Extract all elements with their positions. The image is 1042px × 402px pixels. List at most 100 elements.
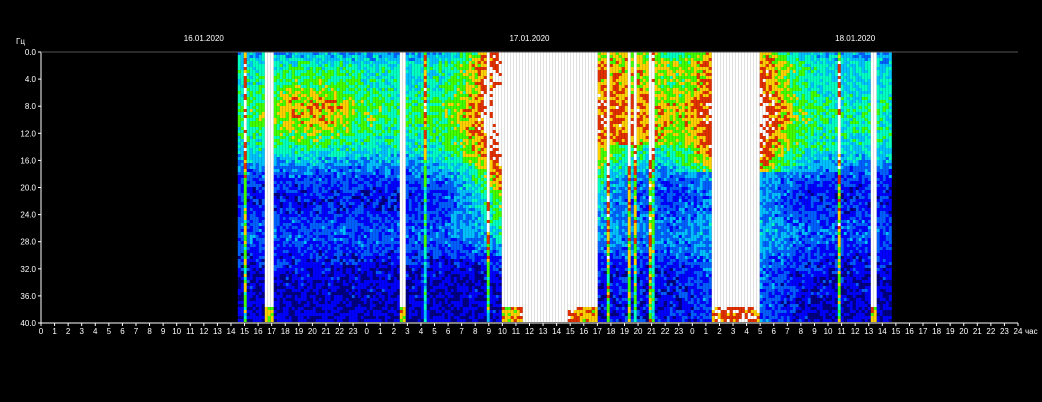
heatmap-cell [636,118,640,127]
heatmap-cell [417,268,421,280]
heatmap-cell [423,61,427,64]
heatmap-cell [261,76,265,79]
heatmap-cell [387,121,391,127]
heatmap-cell [240,178,244,184]
heatmap-cell [390,313,394,322]
heatmap-cell [471,187,475,190]
heatmap-cell [378,202,382,211]
heatmap-cell [618,154,622,157]
heatmap-cell [492,310,496,313]
heatmap-cell [240,307,244,316]
heatmap-cell [282,190,286,193]
heatmap-cell [633,307,637,310]
heatmap-cell [333,172,337,178]
heatmap-cell [294,280,298,289]
heatmap-cell [576,52,580,307]
heatmap-cell [513,307,517,310]
heatmap-cell [378,211,382,217]
heatmap-cell [627,301,631,304]
heatmap-cell [396,274,400,280]
heatmap-cell [600,238,604,247]
heatmap-cell [417,298,421,301]
heatmap-cell [324,94,328,97]
heatmap-cell [339,307,343,310]
heatmap-cell [285,268,289,271]
heatmap-cell [633,274,637,283]
heatmap-cell [462,298,466,307]
heatmap-cell [477,64,481,67]
heatmap-cell [375,250,379,253]
heatmap-cell [411,232,415,235]
heatmap-cell [450,172,454,175]
heatmap-cell [609,136,613,139]
heatmap-cell [474,226,478,232]
heatmap-cell [630,148,634,151]
heatmap-cell [255,76,259,79]
heatmap-cell [312,88,316,91]
heatmap-cell [297,70,301,76]
heatmap-cell [249,247,253,253]
heatmap-cell [393,316,397,319]
heatmap-cell [474,250,478,253]
heatmap-cell [327,310,331,313]
heatmap-cell [300,91,304,94]
heatmap-cell [420,157,424,160]
heatmap-cell [507,316,511,319]
heatmap-cell [375,97,379,109]
heatmap-cell [306,223,310,229]
heatmap-cell [324,289,328,322]
heatmap-cell [414,301,418,307]
heatmap-cell [417,82,421,85]
heatmap-cell [618,166,622,169]
heatmap-cell [258,94,262,103]
heatmap-cell [477,82,481,85]
heatmap-cell [519,313,523,316]
heatmap-cell [597,280,601,283]
heatmap-cell [363,139,367,142]
heatmap-cell [459,133,463,139]
heatmap-cell [567,52,571,310]
heatmap-cell [336,238,340,241]
heatmap-cell [405,100,409,103]
heatmap-cell [621,238,625,241]
heatmap-cell [510,316,514,319]
heatmap-cell [252,172,256,175]
heatmap-cell [459,67,463,70]
heatmap-cell [459,253,463,256]
heatmap-cell [432,127,436,130]
heatmap-cell [345,247,349,250]
heatmap-cell [303,199,307,202]
heatmap-cell [471,157,475,163]
heatmap-cell [372,295,376,301]
heatmap-cell [321,262,325,265]
heatmap-cell [483,223,487,232]
heatmap-cell [438,211,442,217]
heatmap-cell [450,304,454,307]
heatmap-cell [474,157,478,163]
heatmap-cell [603,214,607,217]
heatmap-cell [387,64,391,67]
heatmap-cell [621,154,625,157]
heatmap-cell [285,280,289,283]
heatmap-cell [405,157,409,166]
heatmap-cell [327,286,331,289]
heatmap-cell [495,151,499,154]
heatmap-cell [306,136,310,151]
heatmap-cell [462,145,466,148]
heatmap-cell [465,283,469,286]
heatmap-cell [237,205,241,208]
heatmap-cell [495,229,499,235]
heatmap-cell [435,139,439,157]
heatmap-cell [489,106,493,112]
heatmap-cell [375,76,379,79]
heatmap-cell [483,184,487,187]
heatmap-cell [387,259,391,262]
heatmap-cell [297,166,301,175]
heatmap-cell [435,295,439,298]
heatmap-cell [324,118,328,121]
heatmap-cell [432,199,436,205]
heatmap-cell [414,55,418,64]
heatmap-cell [273,271,277,277]
heatmap-cell [387,223,391,229]
heatmap-cell [414,229,418,235]
